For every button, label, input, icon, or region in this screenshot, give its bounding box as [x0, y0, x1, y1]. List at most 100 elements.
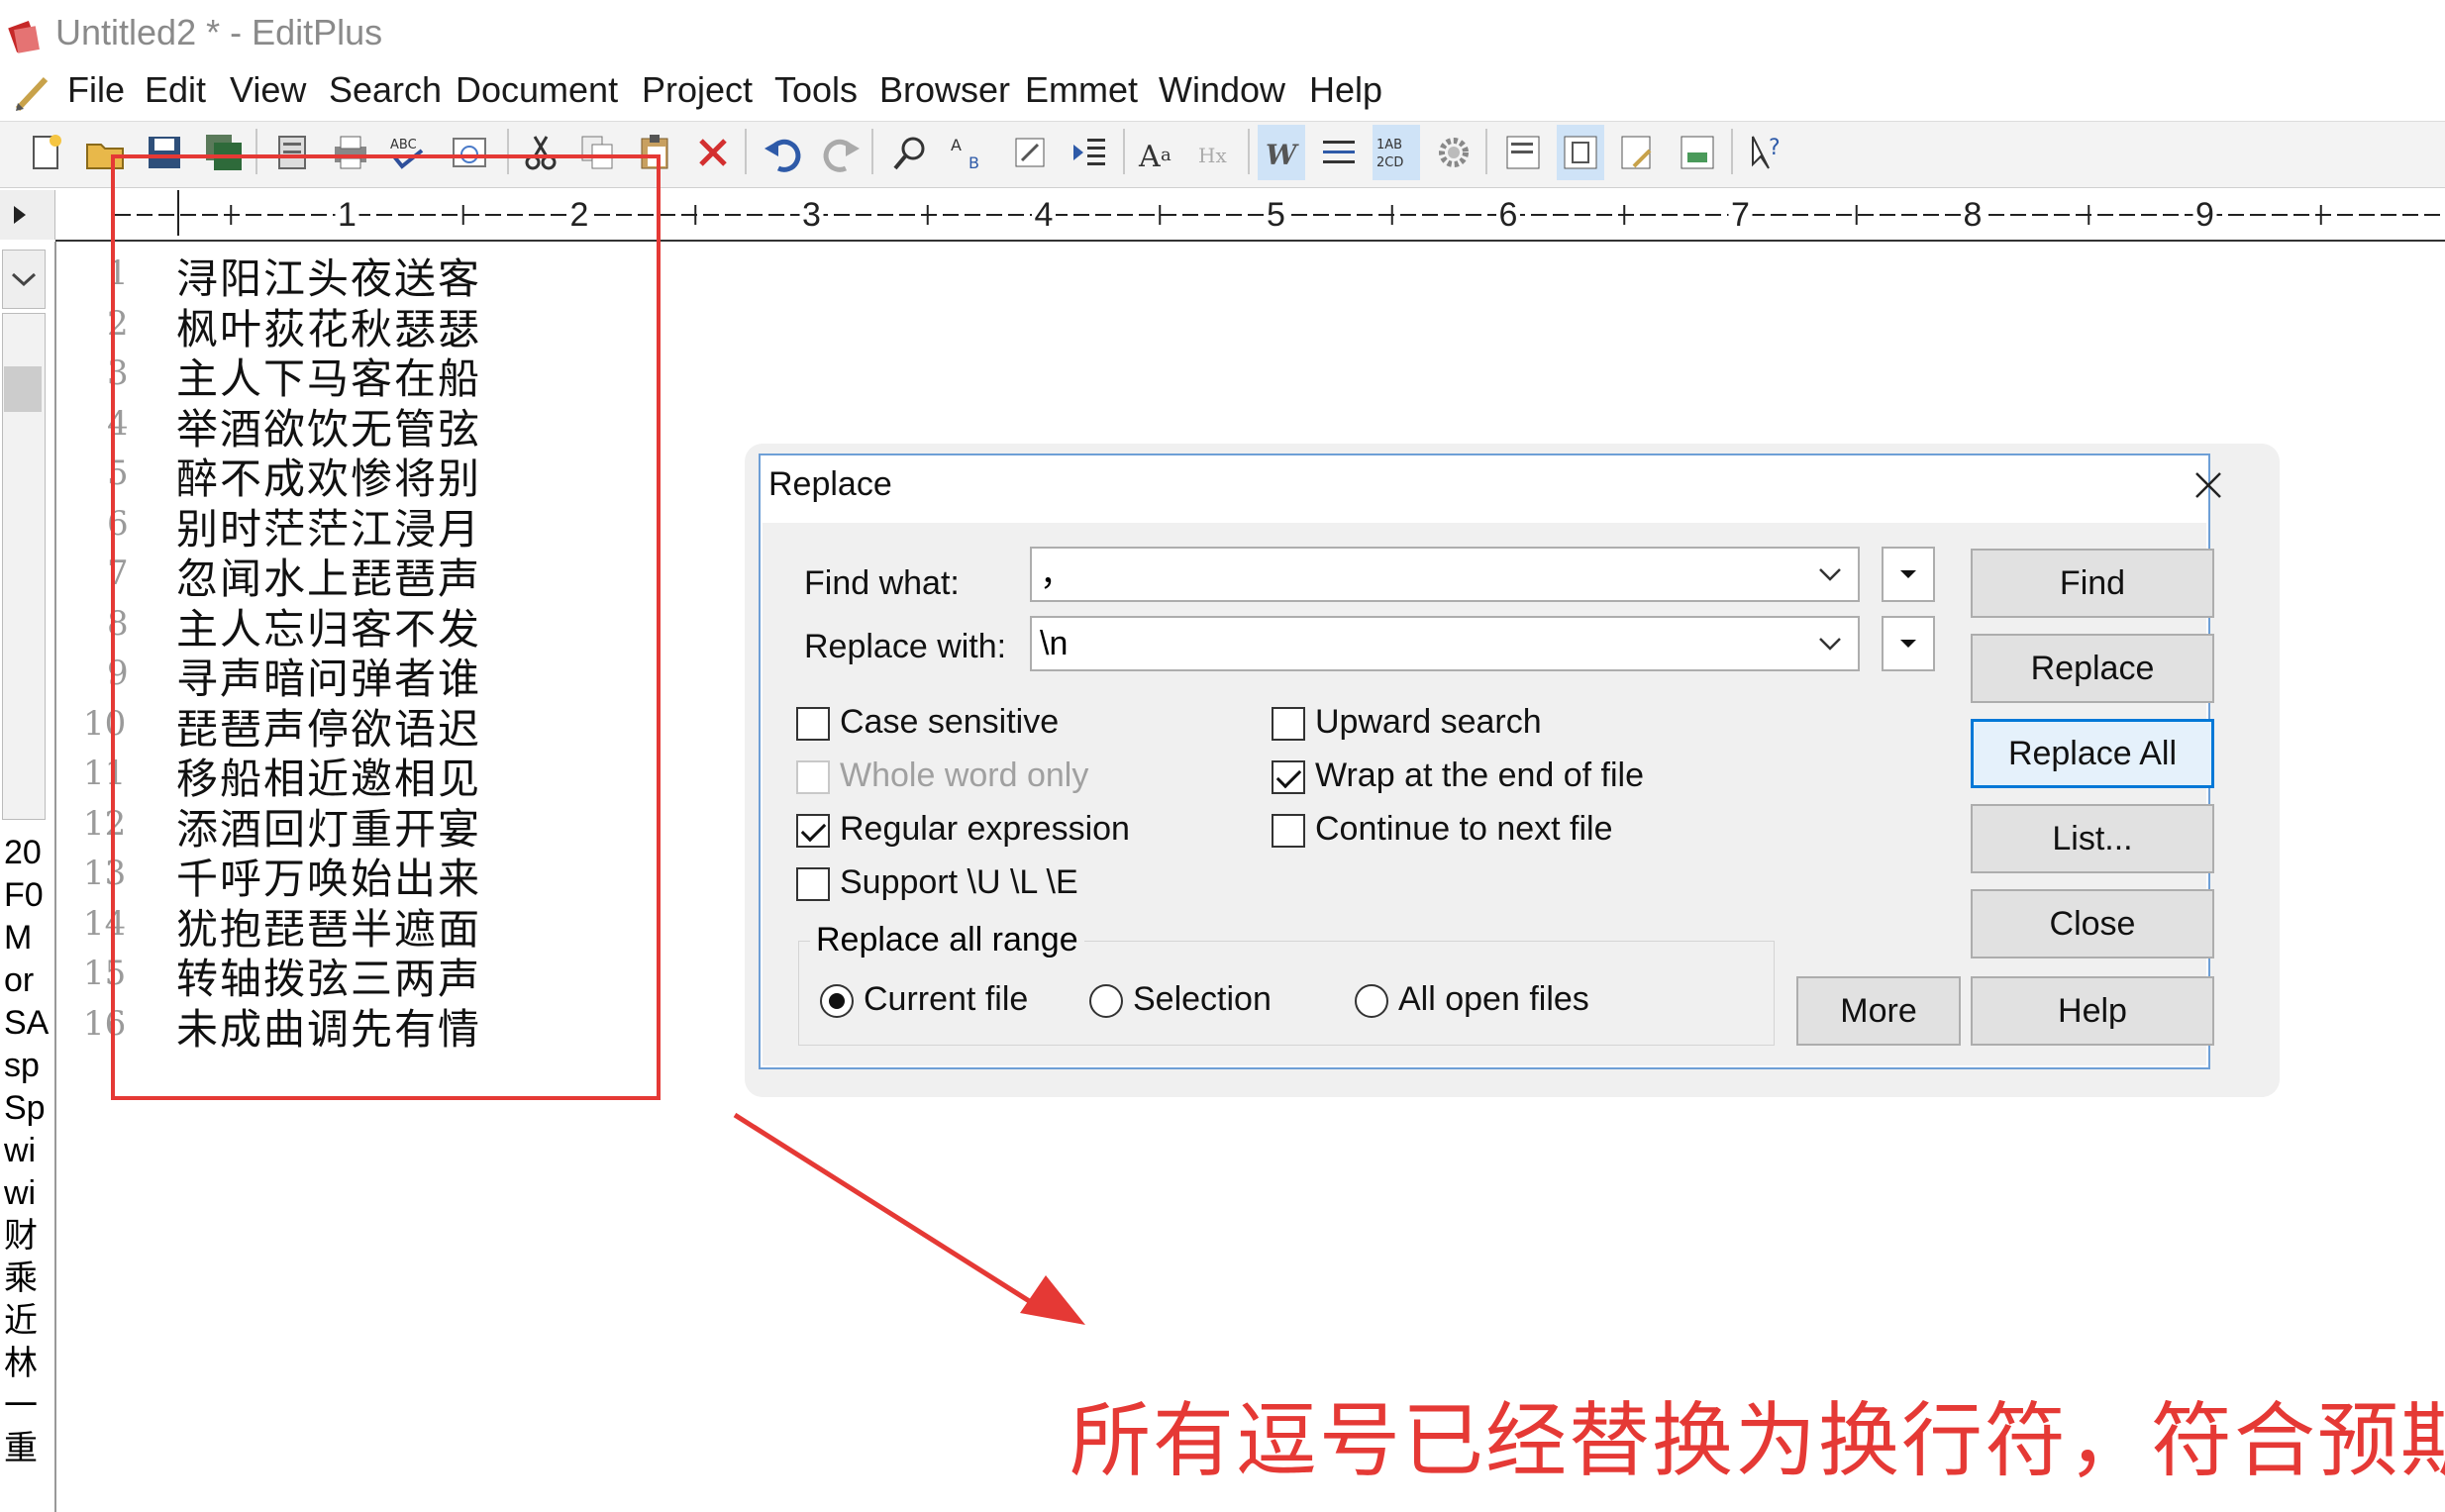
svg-text:A: A: [1138, 140, 1161, 174]
svg-text:W: W: [1266, 139, 1299, 171]
panel-icon[interactable]: [1499, 125, 1547, 180]
support-ule-label: Support \U \L \E: [840, 863, 1078, 901]
font-icon[interactable]: Aa: [1135, 125, 1182, 180]
redo-icon[interactable]: [818, 125, 866, 180]
pencil-icon: [10, 71, 53, 115]
current-file-label: Current file: [864, 980, 1029, 1018]
menu-edit[interactable]: Edit: [145, 69, 206, 111]
svg-text:Hx: Hx: [1198, 144, 1227, 167]
menu-emmet[interactable]: Emmet: [1025, 69, 1138, 111]
help-button[interactable]: Help: [1971, 976, 2214, 1046]
side-panel-item[interactable]: SA: [4, 1002, 50, 1045]
ruler-toggle[interactable]: [0, 190, 55, 240]
toolbar-separator: [1485, 129, 1487, 174]
replace-with-combo[interactable]: \n: [1030, 616, 1860, 671]
toolbar-separator: [1123, 129, 1125, 174]
toolbar-separator: [745, 129, 747, 174]
line-wrap-icon[interactable]: [1315, 125, 1363, 180]
side-panel-item[interactable]: 财: [4, 1215, 50, 1258]
replace-range-label: Replace all range: [810, 921, 1084, 959]
replace-icon[interactable]: AB: [947, 125, 994, 180]
wrap-end-checkbox[interactable]: [1272, 760, 1305, 794]
menu-view[interactable]: View: [230, 69, 306, 111]
goto-icon[interactable]: [1006, 125, 1054, 180]
new-file-icon[interactable]: [22, 125, 69, 180]
menu-tools[interactable]: Tools: [774, 69, 858, 111]
side-panel-item[interactable]: sp: [4, 1045, 50, 1087]
side-panel-dropdown[interactable]: [2, 250, 46, 309]
side-panel-item[interactable]: 重: [4, 1428, 50, 1470]
replace-all-button[interactable]: Replace All: [1971, 719, 2214, 788]
menu-project[interactable]: Project: [642, 69, 753, 111]
find-what-value: ，: [1040, 555, 1073, 593]
help-context-icon[interactable]: ?: [1745, 125, 1792, 180]
more-button[interactable]: More: [1796, 976, 1961, 1046]
side-panel-item[interactable]: 一: [4, 1385, 50, 1428]
replace-with-value: \n: [1040, 625, 1069, 662]
close-button[interactable]: Close: [1971, 889, 2214, 958]
find-what-combo[interactable]: ，: [1030, 547, 1860, 602]
side-panel-item[interactable]: F0: [4, 874, 50, 917]
menu-file[interactable]: File: [67, 69, 125, 111]
dialog-title: Replace: [768, 465, 892, 503]
svg-text:2CD: 2CD: [1376, 155, 1403, 170]
ruler-mark: 8: [1964, 196, 1983, 234]
svg-text:1AB: 1AB: [1376, 138, 1402, 152]
side-panel-item[interactable]: 乘: [4, 1258, 50, 1300]
replace-button[interactable]: Replace: [1971, 634, 2214, 703]
all-open-files-label: All open files: [1398, 980, 1589, 1018]
wrap-end-label: Wrap at the end of file: [1315, 756, 1645, 794]
find-icon[interactable]: [887, 125, 935, 180]
close-icon[interactable]: [2189, 465, 2228, 505]
find-what-label: Find what:: [804, 564, 960, 602]
directory-icon[interactable]: [1557, 125, 1604, 180]
side-panel-item[interactable]: or: [4, 959, 50, 1002]
side-panel-item[interactable]: wi: [4, 1130, 50, 1172]
editplus-app-icon[interactable]: [6, 16, 46, 55]
replace-history-button[interactable]: [1882, 616, 1935, 671]
menu-help[interactable]: Help: [1309, 69, 1382, 111]
whole-word-checkbox[interactable]: [796, 760, 830, 794]
output-icon[interactable]: [1674, 125, 1721, 180]
line-number-icon[interactable]: 1AB 2CD: [1373, 125, 1420, 180]
side-panel-item[interactable]: wi: [4, 1172, 50, 1215]
chevron-down-icon[interactable]: [1812, 556, 1848, 592]
continue-next-file-checkbox[interactable]: [1272, 814, 1305, 848]
side-panel-item[interactable]: 20: [4, 832, 50, 874]
chevron-down-icon[interactable]: [1812, 626, 1848, 661]
menu-search[interactable]: Search: [329, 69, 442, 111]
list-button[interactable]: List...: [1971, 804, 2214, 873]
all-open-files-radio[interactable]: [1355, 984, 1388, 1018]
support-ule-checkbox[interactable]: [796, 867, 830, 901]
settings-icon[interactable]: [1430, 125, 1477, 180]
cliptext-icon[interactable]: [1614, 125, 1662, 180]
side-panel-item[interactable]: M: [4, 917, 50, 959]
find-button[interactable]: Find: [1971, 549, 2214, 618]
word-wrap-icon[interactable]: W: [1258, 125, 1305, 180]
side-panel-item[interactable]: 林: [4, 1343, 50, 1385]
indent-icon[interactable]: [1066, 125, 1113, 180]
delete-icon[interactable]: [689, 125, 737, 180]
find-history-button[interactable]: [1882, 547, 1935, 602]
toolbar-separator: [871, 129, 873, 174]
whole-word-label: Whole word only: [840, 756, 1089, 794]
side-panel-item[interactable]: 近: [4, 1300, 50, 1343]
case-sensitive-checkbox[interactable]: [796, 707, 830, 741]
current-file-radio[interactable]: [820, 984, 854, 1018]
scrollbar-thumb[interactable]: [4, 366, 42, 412]
hex-icon[interactable]: Hx: [1194, 125, 1242, 180]
annotation-text: 所有逗号已经替换为换行符，符合预期: [1070, 1396, 2445, 1486]
selection-radio[interactable]: [1089, 984, 1123, 1018]
ruler-mark: 7: [1731, 196, 1750, 234]
side-panel-item[interactable]: Sp: [4, 1087, 50, 1130]
toolbar-separator: [1731, 129, 1733, 174]
menu-window[interactable]: Window: [1159, 69, 1285, 111]
upward-search-checkbox[interactable]: [1272, 707, 1305, 741]
undo-icon[interactable]: [759, 125, 806, 180]
regular-expression-checkbox[interactable]: [796, 814, 830, 848]
menu-browser[interactable]: Browser: [879, 69, 1010, 111]
svg-text:ABC: ABC: [390, 138, 417, 152]
svg-text:A: A: [951, 136, 962, 154]
side-panel-list: 20 F0 Mor SA sp Sp wi wi 财乘近林一重: [4, 832, 50, 1470]
menu-document[interactable]: Document: [456, 69, 618, 111]
